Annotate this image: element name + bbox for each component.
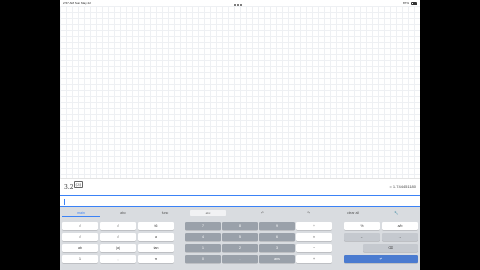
expression-formula[interactable]: 3.2 (3) (64, 181, 84, 191)
key-pi[interactable]: π (138, 255, 174, 263)
key-plus[interactable]: + (296, 255, 332, 263)
key-multiply[interactable]: × (296, 233, 332, 241)
key-3[interactable]: 3 (259, 244, 295, 252)
key-9[interactable]: 9 (259, 222, 295, 230)
keypad-tabs: main abc func abc ↶ ↷ clear all 🔧 (60, 210, 420, 218)
key-sqrt-2[interactable]: √ (62, 233, 98, 241)
key-0[interactable]: 0 (185, 255, 221, 263)
redo-icon[interactable]: ↷ (307, 210, 310, 217)
key-backspace[interactable]: ⌫ (363, 244, 418, 252)
key-5[interactable]: 5 (222, 233, 258, 241)
expression-row[interactable]: 3.2 (3) = 1.744451180 (60, 178, 420, 195)
key-decimal[interactable]: . (222, 255, 258, 263)
text-cursor (64, 199, 65, 205)
key-left-arrow[interactable]: ← (344, 233, 380, 241)
undo-icon[interactable]: ↶ (261, 210, 264, 217)
key-7[interactable]: 7 (185, 222, 221, 230)
key-1[interactable]: 1 (185, 244, 221, 252)
key-percent[interactable]: % (344, 222, 380, 230)
key-fraction[interactable]: a/b (382, 222, 418, 230)
expression-result: = 1.744451180 (389, 184, 416, 189)
multitask-dots-icon[interactable] (234, 2, 246, 6)
key-abs[interactable]: |a| (100, 244, 136, 252)
settings-wrench-icon[interactable]: 🔧 (394, 210, 398, 217)
key-2[interactable]: 2 (222, 244, 258, 252)
tab-func[interactable]: func (146, 210, 184, 217)
key-enter[interactable]: ↵ (344, 255, 418, 263)
key-right-arrow[interactable]: → (382, 233, 418, 241)
battery-icon (411, 1, 417, 5)
key-8[interactable]: 8 (222, 222, 258, 230)
key-minus[interactable]: − (296, 244, 332, 252)
key-comma[interactable]: , (100, 255, 136, 263)
key-a[interactable]: a (138, 233, 174, 241)
key-divide[interactable]: ÷ (296, 222, 332, 230)
tab-main[interactable]: main (62, 210, 100, 217)
key-ans[interactable]: ans (259, 255, 295, 263)
abc-key[interactable]: abc (190, 210, 226, 216)
key-frac[interactable]: 1 (62, 255, 98, 263)
expression-input-active[interactable] (60, 195, 420, 207)
key-t6[interactable]: t6 (138, 222, 174, 230)
key-tan[interactable]: tan (138, 244, 174, 252)
app-frame: 2:57 AM Sun May 22 87% 3.2 (3) = 1.744451… (60, 0, 420, 270)
key-power[interactable]: ab (62, 244, 98, 252)
key-6[interactable]: 6 (259, 233, 295, 241)
key-root-2[interactable]: √ (100, 233, 136, 241)
key-root[interactable]: √ (100, 222, 136, 230)
key-sqrt[interactable]: √ (62, 222, 98, 230)
keypad: main abc func abc ↶ ↷ clear all 🔧 √ √ ab… (60, 207, 420, 270)
graph-paper[interactable] (60, 6, 420, 178)
tab-abc[interactable]: abc (104, 210, 142, 217)
clear-all-button[interactable]: clear all (347, 210, 359, 217)
key-4[interactable]: 4 (185, 233, 221, 241)
